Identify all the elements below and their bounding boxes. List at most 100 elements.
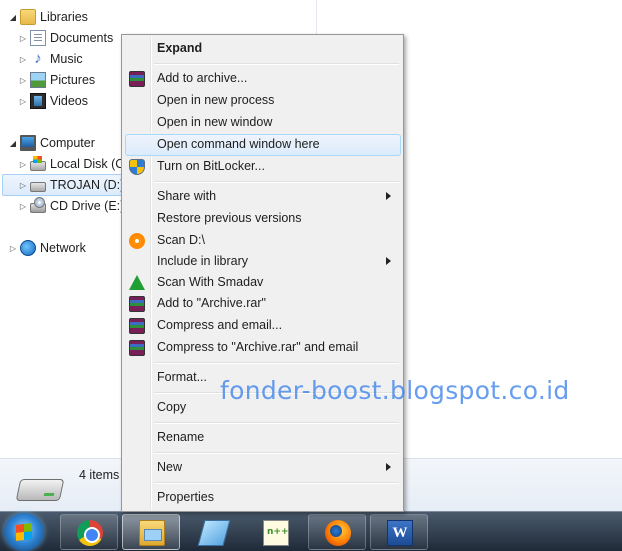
menu-item-label: Scan D:\	[157, 233, 205, 247]
pictures-icon	[30, 72, 46, 88]
menu-item-share-with[interactable]: Share with	[125, 186, 401, 208]
collapsed-arrow-icon[interactable]: ▷	[18, 97, 28, 106]
network-icon	[20, 240, 36, 256]
taskbar-notepad-plus-plus-button[interactable]	[246, 514, 304, 550]
collapsed-arrow-icon[interactable]: ▷	[18, 76, 28, 85]
menu-item-label: Turn on BitLocker...	[157, 159, 265, 173]
tree-item-pictures[interactable]: ▷ Pictures	[18, 70, 95, 90]
menu-item-open-command-window[interactable]: Open command window here	[125, 134, 401, 156]
taskbar-chrome-button[interactable]	[60, 514, 118, 550]
menu-item-label: Compress and email...	[157, 318, 283, 332]
menu-item-add-to-archive[interactable]: Add to archive...	[125, 68, 401, 90]
menu-item-include-in-library[interactable]: Include in library	[125, 251, 401, 273]
music-icon: ♪	[34, 50, 42, 67]
submenu-arrow-icon	[386, 257, 391, 265]
winrar-icon	[129, 71, 145, 87]
tree-item-label: CD Drive (E:)	[50, 199, 125, 213]
menu-item-scan-drive[interactable]: Scan D:\	[125, 230, 401, 252]
collapsed-arrow-icon[interactable]: ▷	[8, 244, 18, 253]
menu-item-open-in-new-window[interactable]: Open in new window	[125, 112, 401, 134]
items-count: 4 items	[79, 468, 120, 482]
menu-item-label: Copy	[157, 400, 187, 414]
menu-separator	[154, 482, 399, 483]
tree-item-music[interactable]: ▷ ♪ Music	[18, 49, 83, 69]
collapsed-arrow-icon[interactable]: ▷	[18, 34, 28, 43]
menu-item-label: Add to "Archive.rar"	[157, 296, 266, 310]
taskbar-word-button[interactable]: W	[370, 514, 428, 550]
menu-item-label: Add to archive...	[157, 71, 248, 85]
tree-item-libraries[interactable]: ◢ Libraries	[8, 7, 88, 27]
menu-separator	[154, 362, 399, 363]
menu-item-scan-with-smadav[interactable]: Scan With Smadav	[125, 272, 401, 294]
menu-item-label: Compress to "Archive.rar" and email	[157, 340, 359, 354]
tree-item-videos[interactable]: ▷ Videos	[18, 91, 88, 111]
menu-item-compress-to-rar-and-email[interactable]: Compress to "Archive.rar" and email	[125, 337, 401, 359]
avast-icon	[129, 233, 145, 249]
tree-item-trojan-drive[interactable]: ▷ TROJAN (D:)	[2, 174, 126, 196]
menu-separator	[154, 63, 399, 64]
tree-item-label: TROJAN (D:)	[50, 178, 125, 192]
menu-separator	[154, 181, 399, 182]
winrar-icon	[129, 318, 145, 334]
submenu-arrow-icon	[386, 463, 391, 471]
menu-item-label: New	[157, 460, 183, 474]
tree-item-documents[interactable]: ▷ Documents	[18, 28, 113, 48]
videos-icon	[30, 93, 46, 109]
menu-separator	[154, 392, 399, 393]
menu-item-label: Open in new window	[157, 115, 273, 129]
tree-item-label: Documents	[50, 31, 114, 45]
collapsed-arrow-icon[interactable]: ▷	[18, 160, 28, 169]
menu-item-open-in-new-process[interactable]: Open in new process	[125, 90, 401, 112]
menu-item-copy[interactable]: Copy	[125, 397, 401, 419]
menu-item-label: Expand	[157, 41, 203, 55]
menu-item-new[interactable]: New	[125, 457, 401, 479]
menu-item-label: Open command window here	[157, 137, 320, 151]
menu-item-label: Share with	[157, 189, 217, 203]
expanded-arrow-icon[interactable]: ◢	[8, 139, 18, 148]
computer-icon	[20, 135, 36, 151]
tree-item-label: Libraries	[40, 10, 88, 24]
collapsed-arrow-icon[interactable]: ▷	[18, 202, 28, 211]
menu-item-format[interactable]: Format...	[125, 367, 401, 389]
notepad-icon	[197, 520, 231, 546]
tree-item-label: Network	[40, 241, 86, 255]
menu-item-add-to-archive-rar[interactable]: Add to "Archive.rar"	[125, 293, 401, 315]
context-menu: Expand Add to archive... Open in new pro…	[121, 34, 404, 512]
expanded-arrow-icon[interactable]: ◢	[8, 13, 18, 22]
menu-item-compress-and-email[interactable]: Compress and email...	[125, 315, 401, 337]
tree-item-computer[interactable]: ◢ Computer	[8, 133, 95, 153]
taskbar-firefox-button[interactable]	[308, 514, 366, 550]
menu-item-rename[interactable]: Rename	[125, 427, 401, 449]
menu-item-label: Scan With Smadav	[157, 275, 264, 289]
menu-item-label: Format...	[157, 370, 208, 384]
smadav-icon	[129, 275, 145, 290]
libraries-icon	[20, 9, 36, 25]
word-icon: W	[387, 520, 413, 546]
taskbar: W	[0, 511, 622, 551]
menu-separator	[154, 422, 399, 423]
menu-item-properties[interactable]: Properties	[125, 487, 401, 509]
tree-item-label: Local Disk (C:	[50, 157, 128, 171]
menu-item-turn-on-bitlocker[interactable]: Turn on BitLocker...	[125, 156, 401, 178]
chrome-icon	[77, 520, 103, 546]
menu-separator	[154, 452, 399, 453]
start-button[interactable]	[4, 513, 44, 551]
tree-item-label: Videos	[50, 94, 88, 108]
menu-item-restore-previous-versions[interactable]: Restore previous versions	[125, 208, 401, 230]
tree-item-network[interactable]: ▷ Network	[8, 238, 86, 258]
documents-icon	[30, 30, 46, 46]
collapsed-arrow-icon[interactable]: ▷	[18, 181, 28, 190]
taskbar-explorer-button[interactable]	[122, 514, 180, 550]
uac-shield-icon	[129, 159, 145, 175]
tree-item-local-disk[interactable]: ▷ Local Disk (C:	[18, 154, 128, 174]
menu-item-label: Restore previous versions	[157, 211, 302, 225]
tree-item-cd-drive[interactable]: ▷ CD Drive (E:)	[18, 196, 124, 216]
collapsed-arrow-icon[interactable]: ▷	[18, 55, 28, 64]
local-disk-icon	[30, 156, 46, 171]
taskbar-notepad-button[interactable]	[184, 514, 242, 550]
menu-item-expand[interactable]: Expand	[125, 38, 401, 60]
explorer-icon	[139, 520, 165, 546]
menu-item-label: Properties	[157, 490, 214, 504]
menu-item-label: Open in new process	[157, 93, 275, 107]
menu-item-label: Include in library	[157, 254, 249, 268]
